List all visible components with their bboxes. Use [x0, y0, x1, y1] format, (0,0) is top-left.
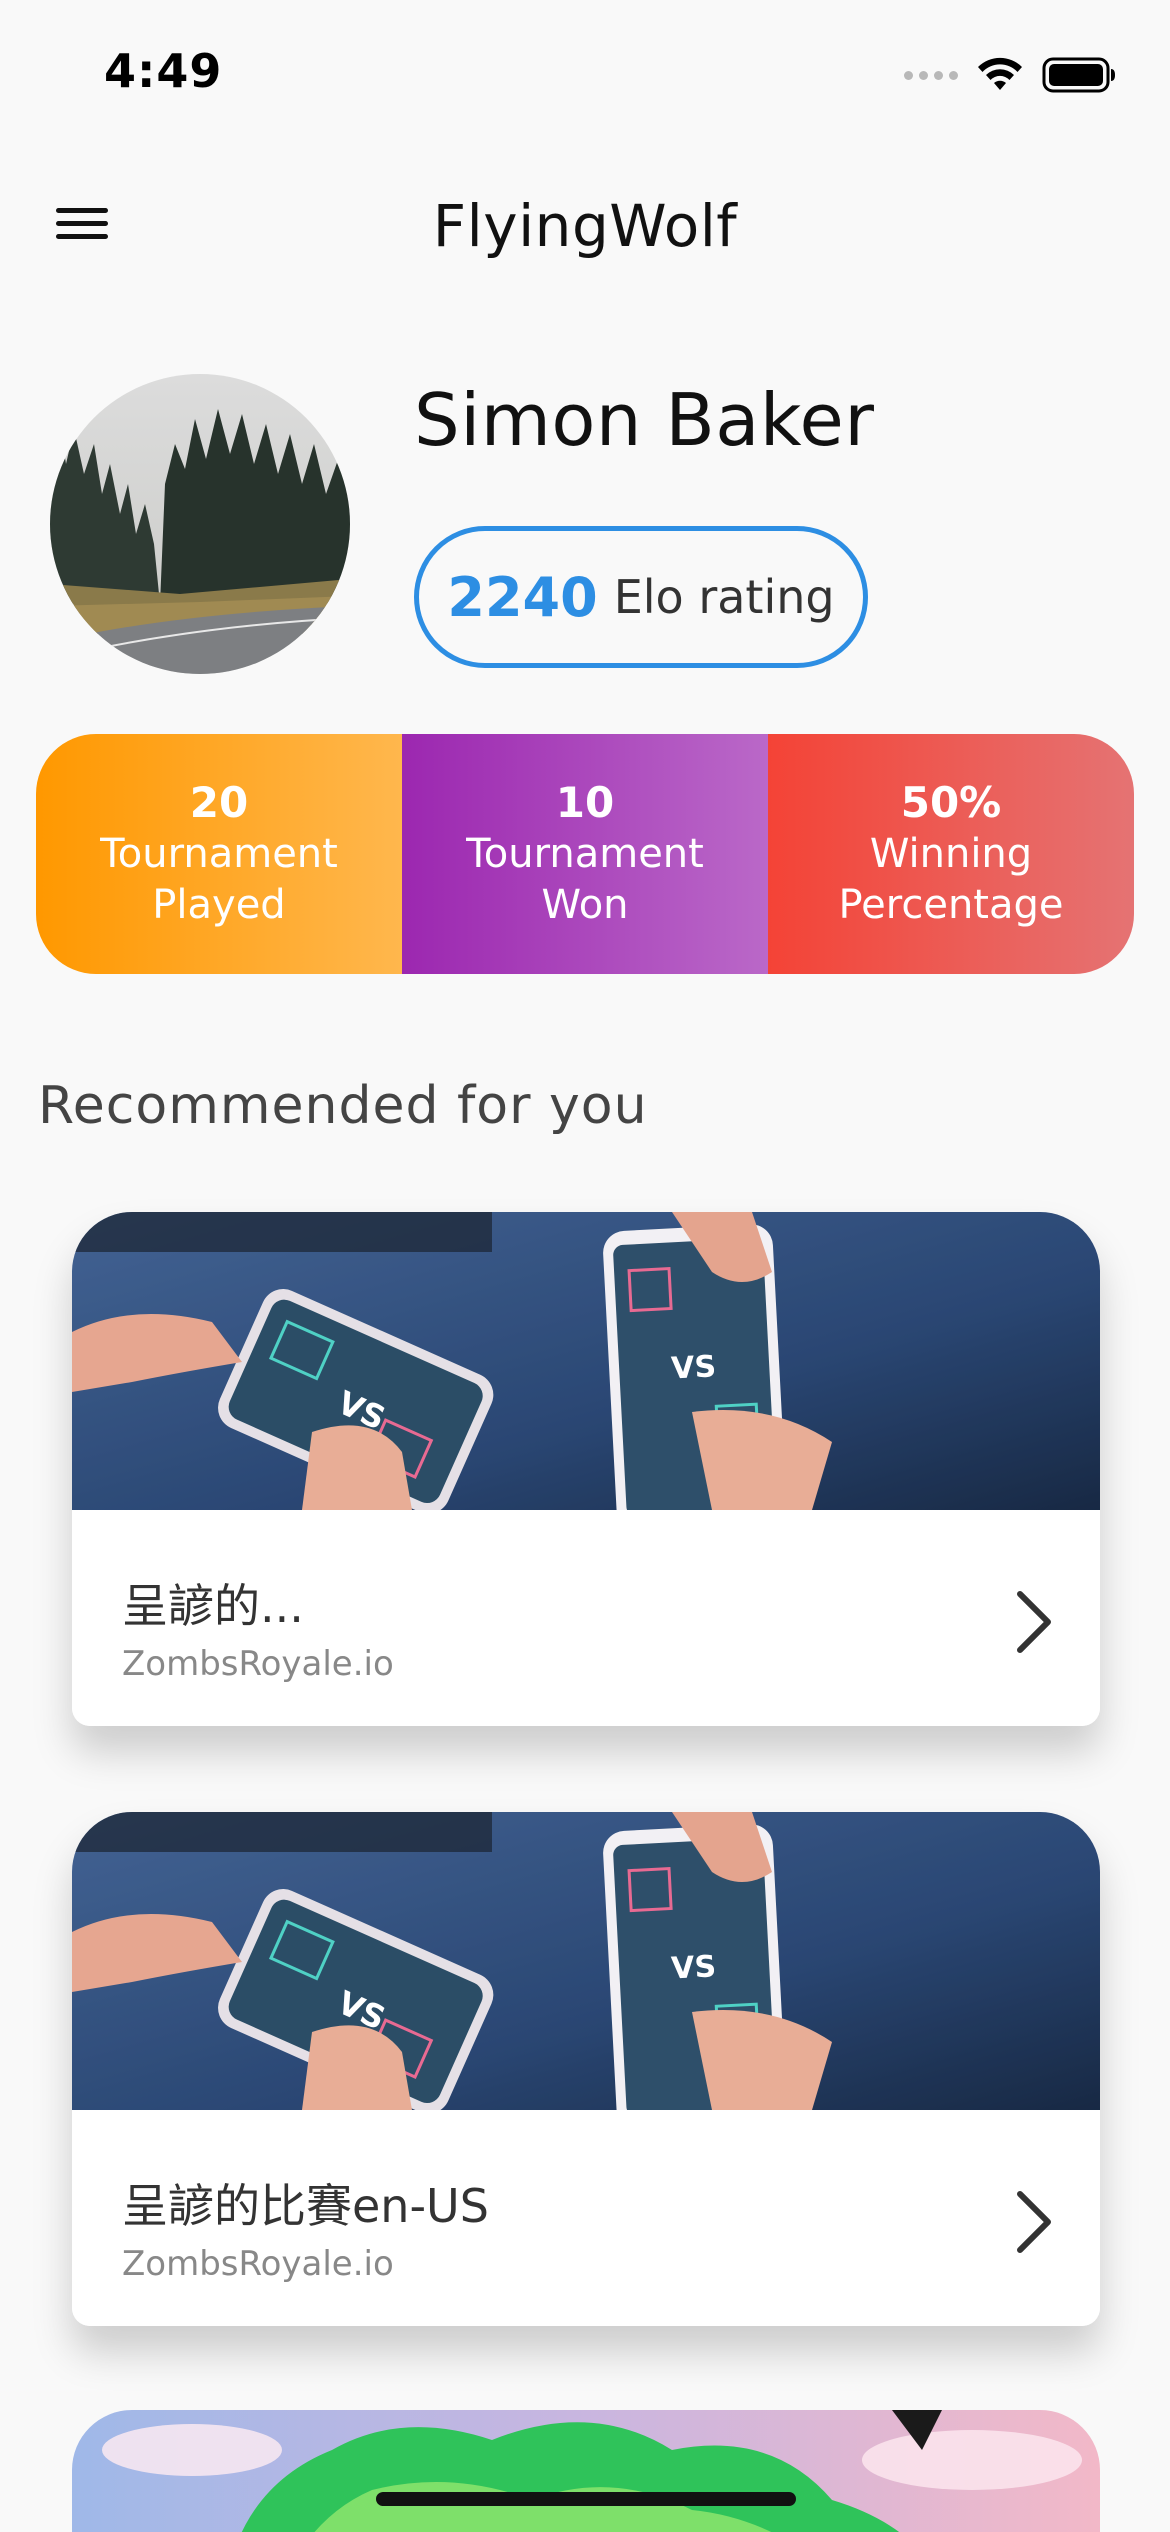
- chevron-right-icon[interactable]: [1014, 1590, 1054, 1654]
- stat-value: 20: [189, 778, 249, 827]
- card-body: 呈諺的... ZombsRoyale.io: [72, 1510, 1100, 1726]
- battery-icon: [1042, 57, 1115, 93]
- home-indicator[interactable]: [376, 2492, 796, 2506]
- chevron-right-icon[interactable]: [1014, 2190, 1054, 2254]
- app-title: FlyingWolf: [432, 192, 738, 260]
- card-title: 呈諺的比賽en-US: [122, 2179, 489, 2233]
- status-bar: 4:49: [0, 0, 1170, 150]
- section-title-recommended: Recommended for you: [38, 1076, 648, 1136]
- stat-label: Played: [152, 882, 286, 928]
- status-time: 4:49: [104, 44, 223, 98]
- card-body: 呈諺的比賽en-US ZombsRoyale.io: [72, 2110, 1100, 2326]
- stat-label: Percentage: [838, 882, 1064, 928]
- elo-rating-badge: 2240 Elo rating: [414, 526, 868, 668]
- stat-winning-percentage[interactable]: 50% Winning Percentage: [768, 734, 1134, 974]
- stat-value: 10: [555, 778, 615, 827]
- stat-label: Tournament: [466, 831, 704, 877]
- tournament-card[interactable]: VS VS 呈諺的比賽en-US ZombsRoyale.io: [72, 1812, 1100, 2326]
- stat-label: Winning: [869, 831, 1033, 877]
- stat-label: Won: [541, 882, 629, 928]
- svg-text:VS: VS: [670, 1949, 717, 1986]
- app-bar: FlyingWolf: [0, 170, 1170, 280]
- stat-tournaments-played[interactable]: 20 Tournament Played: [36, 734, 402, 974]
- svg-text:VS: VS: [670, 1349, 717, 1386]
- avatar[interactable]: [50, 374, 350, 674]
- card-title: 呈諺的...: [122, 1579, 304, 1633]
- profile-name: Simon Baker: [414, 378, 875, 462]
- tournament-card-partial[interactable]: [72, 2410, 1100, 2532]
- status-icons: [904, 50, 1118, 100]
- avatar-photo: [50, 374, 350, 674]
- wifi-icon: [978, 57, 1022, 90]
- card-image: [72, 2410, 1100, 2532]
- elo-value: 2240: [447, 565, 598, 629]
- card-image: VS VS: [72, 1212, 1100, 1510]
- tournament-card[interactable]: VS VS 呈諺的... ZombsRoyale.io: [72, 1212, 1100, 1726]
- stats-bar: 20 Tournament Played 10 Tournament Won 5…: [36, 734, 1134, 974]
- card-image: VS VS: [72, 1812, 1100, 2110]
- stat-tournaments-won[interactable]: 10 Tournament Won: [402, 734, 768, 974]
- stat-label: Tournament: [100, 831, 338, 877]
- elo-label: Elo rating: [613, 570, 835, 624]
- stat-value: 50%: [900, 778, 1002, 827]
- card-subtitle: ZombsRoyale.io: [122, 1644, 394, 1684]
- card-subtitle: ZombsRoyale.io: [122, 2244, 394, 2284]
- signal-dots-icon: [904, 70, 958, 80]
